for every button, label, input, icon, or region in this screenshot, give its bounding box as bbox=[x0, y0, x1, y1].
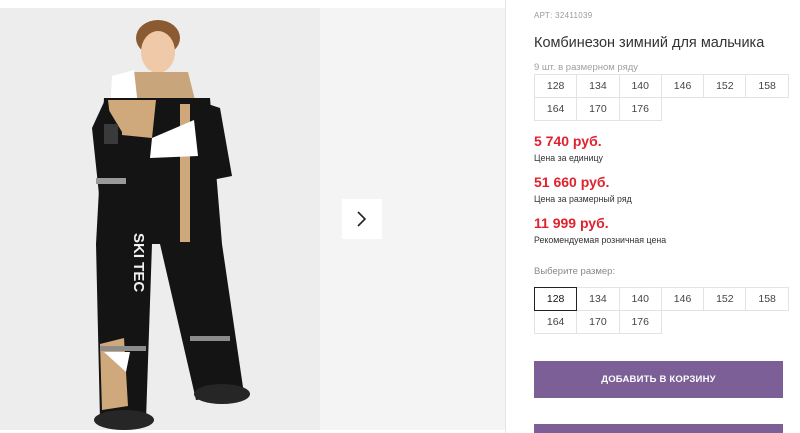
size-option[interactable]: 146 bbox=[660, 287, 705, 311]
size-option[interactable]: 176 bbox=[618, 310, 662, 334]
secondary-action-button[interactable] bbox=[534, 424, 783, 433]
set-price-label: Цена за размерный ряд bbox=[534, 194, 632, 204]
set-size-cell: 170 bbox=[576, 97, 620, 121]
product-photo[interactable]: SKI TEC bbox=[0, 8, 320, 430]
size-picker-grid: 128 134 140 146 152 158 164 170 176 bbox=[534, 287, 789, 334]
boy-in-ski-suit-illustration: SKI TEC bbox=[0, 8, 320, 430]
set-size-cell: 164 bbox=[534, 97, 578, 121]
size-set-note: 9 шт. в размерном ряду bbox=[534, 62, 639, 73]
choose-size-label: Выберите размер: bbox=[534, 266, 616, 277]
rrp-price-label: Рекомендуемая розничная цена bbox=[534, 235, 667, 245]
set-size-cell: 176 bbox=[618, 97, 662, 121]
ski-tec-print: SKI TEC bbox=[130, 233, 147, 292]
set-size-cell: 140 bbox=[618, 74, 662, 98]
set-size-cell: 158 bbox=[745, 74, 789, 98]
unit-price: 5 740 руб. bbox=[534, 133, 602, 149]
article-number: АРТ: 32411039 bbox=[534, 11, 593, 20]
size-set-grid: 128 134 140 146 152 158 164 170 176 bbox=[534, 74, 789, 121]
add-to-cart-button[interactable]: ДОБАВИТЬ В КОРЗИНУ bbox=[534, 361, 783, 398]
chevron-right-icon bbox=[357, 211, 367, 227]
size-option[interactable]: 170 bbox=[576, 310, 620, 334]
product-title: Комбинезон зимний для мальчика bbox=[534, 35, 765, 51]
size-option[interactable]: 164 bbox=[534, 310, 578, 334]
next-photo-button[interactable] bbox=[342, 199, 382, 239]
set-price: 51 660 руб. bbox=[534, 174, 610, 190]
product-gallery: SKI TEC bbox=[0, 0, 505, 433]
size-option[interactable]: 158 bbox=[745, 287, 789, 311]
set-size-cell: 146 bbox=[660, 74, 705, 98]
set-size-cell: 128 bbox=[534, 74, 578, 98]
unit-price-label: Цена за единицу bbox=[534, 153, 603, 163]
rrp-price: 11 999 руб. bbox=[534, 215, 609, 231]
set-size-cell: 134 bbox=[576, 74, 620, 98]
size-option[interactable]: 134 bbox=[576, 287, 620, 311]
set-size-cell: 152 bbox=[703, 74, 747, 98]
size-option[interactable]: 140 bbox=[618, 287, 662, 311]
size-option-selected[interactable]: 128 bbox=[534, 287, 578, 311]
section-divider bbox=[505, 0, 506, 433]
size-option[interactable]: 152 bbox=[703, 287, 747, 311]
